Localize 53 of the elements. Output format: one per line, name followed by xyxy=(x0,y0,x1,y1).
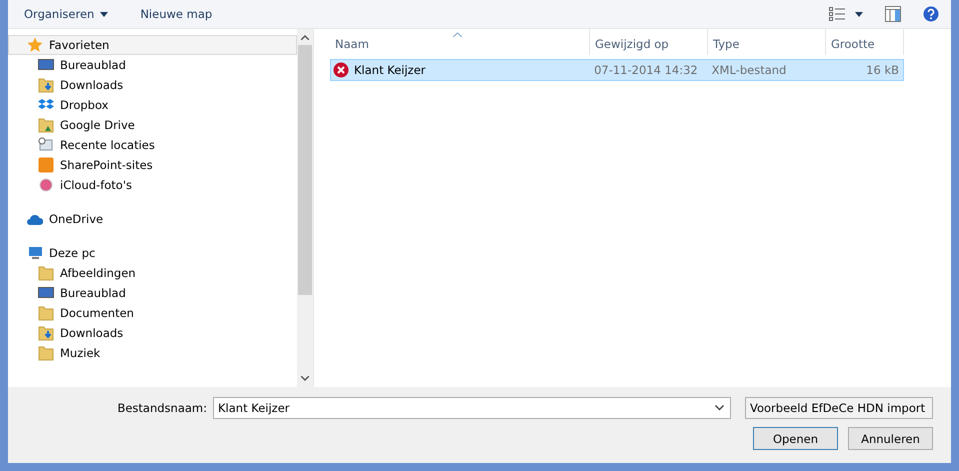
column-header[interactable]: Naam xyxy=(330,29,590,55)
file-type-dropdown[interactable]: Voorbeeld EfDeCe HDN import xyxy=(745,397,933,419)
nav-icon xyxy=(38,157,54,173)
scroll-up-icon[interactable] xyxy=(301,35,309,40)
table-cell-text: XML-bestand xyxy=(710,62,788,79)
nav-item[interactable]: Downloads xyxy=(8,75,297,95)
caret-icon[interactable] xyxy=(855,12,863,16)
filename-label: Bestandsnaam: xyxy=(117,401,207,415)
file-name: Klant Keijzer xyxy=(354,63,426,77)
nav-icon xyxy=(38,265,54,281)
table-cell-text: 07-11-2014 14:32 xyxy=(593,62,699,79)
nav-icon xyxy=(38,345,54,361)
nav-item[interactable]: Muziek xyxy=(8,343,297,363)
nav-item[interactable]: Downloads xyxy=(8,323,297,343)
nav-item[interactable]: iCloud-foto's xyxy=(8,175,297,195)
error-icon xyxy=(333,62,349,78)
scroll-down-icon[interactable] xyxy=(301,376,309,381)
filename-field[interactable]: Klant Keijzer xyxy=(213,397,731,419)
nav-icon xyxy=(27,245,43,261)
list-view-icon[interactable] xyxy=(829,7,845,21)
help-icon[interactable] xyxy=(923,6,939,22)
scrollbar[interactable] xyxy=(297,29,313,387)
nav-item[interactable]: Favorieten xyxy=(8,35,297,55)
open-button[interactable]: Openen xyxy=(753,427,838,450)
nav-item[interactable]: Afbeeldingen xyxy=(8,263,297,283)
nav-item[interactable]: Deze pc xyxy=(8,243,297,263)
toolbar-button[interactable]: Nieuwe map xyxy=(140,7,220,21)
nav-item[interactable]: SharePoint-sites xyxy=(8,155,297,175)
nav-item[interactable]: Recente locaties xyxy=(8,135,297,155)
nav-item[interactable]: Documenten xyxy=(8,303,297,323)
toolbar-button[interactable]: Organiseren xyxy=(24,7,116,21)
nav-icon xyxy=(38,77,54,93)
nav-item[interactable]: Google Drive xyxy=(8,115,297,135)
table-cell-text: 16 kB xyxy=(865,62,900,79)
nav-icon xyxy=(38,137,54,153)
column-header[interactable]: Gewijzigd op xyxy=(590,29,708,55)
preview-pane-icon[interactable] xyxy=(885,6,901,22)
nav-icon xyxy=(38,57,54,73)
dropdown-icon xyxy=(715,405,724,411)
nav-icon xyxy=(38,305,54,321)
nav-item[interactable]: OneDrive xyxy=(8,209,297,229)
cancel-button[interactable]: Annuleren xyxy=(848,427,933,450)
nav-item[interactable]: Bureaublad xyxy=(8,55,297,75)
nav-icon xyxy=(38,117,54,133)
nav-icon xyxy=(38,285,54,301)
file-row[interactable]: Klant Keijzer 07-11-2014 14:32 XML-bestand 16 kB xyxy=(330,59,904,81)
column-header[interactable]: Type xyxy=(708,29,826,55)
nav-icon xyxy=(38,177,54,193)
column-header[interactable]: Grootte xyxy=(826,29,904,55)
nav-icon xyxy=(27,37,43,53)
nav-icon xyxy=(38,325,54,341)
nav-item[interactable]: Dropbox xyxy=(8,95,297,115)
nav-item[interactable]: Bureaublad xyxy=(8,283,297,303)
